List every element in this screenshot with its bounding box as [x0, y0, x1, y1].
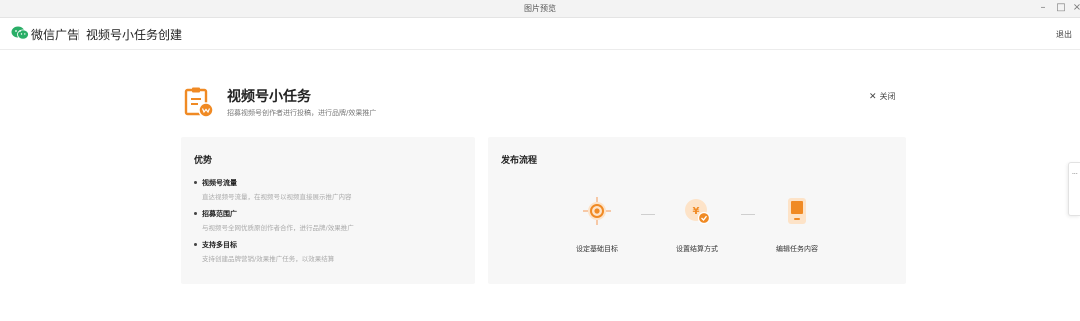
bullet-dot — [194, 181, 197, 184]
bullet-dot — [194, 243, 197, 246]
step-label: 设定基础目标 — [576, 245, 618, 253]
advantage-title: 招募范围广 — [202, 210, 237, 218]
advantage-title: 支持多目标 — [202, 241, 237, 249]
bullet-dot — [194, 212, 197, 215]
task-title: 视频号小任务 — [227, 89, 311, 105]
process-step: 编辑任务内容 — [757, 197, 837, 254]
advantage-desc: 支持创建品牌营销/效果推广任务，以效果结算 — [202, 255, 335, 263]
advantage-title: 视频号流量 — [202, 179, 237, 187]
step-label: 编辑任务内容 — [776, 245, 818, 253]
wechat-icon[interactable] — [11, 26, 29, 40]
yen-coin-icon: ¥ — [685, 199, 711, 225]
window-titlebar: 图片预览 – □ × — [0, 0, 1080, 18]
target-icon — [583, 197, 611, 225]
phone-icon — [788, 198, 806, 224]
minimize-icon[interactable]: – — [1036, 1, 1050, 15]
close-label: 关闭 — [879, 92, 896, 101]
process-step: ¥ 设置结算方式 — [657, 197, 737, 254]
logout-link[interactable]: 退出 — [1056, 29, 1072, 40]
app-header: 微信广告 视频号小任务创建 退出 — [0, 18, 1080, 50]
process-title: 发布流程 — [501, 156, 538, 166]
close-window-icon[interactable]: × — [1070, 1, 1080, 15]
task-clipboard-icon — [184, 87, 214, 118]
process-panel: 发布流程 设定基础目标 ¥ 设置结算方式 编辑任务内容 — [488, 137, 906, 284]
svg-text:¥: ¥ — [693, 206, 700, 217]
side-tab-text: ... — [1072, 169, 1078, 176]
header-divider — [78, 29, 79, 40]
step-connector — [741, 214, 755, 215]
task-subtitle: 招募视频号创作者进行投稿，进行品牌/效果推广 — [227, 109, 377, 117]
brand-name[interactable]: 微信广告 — [31, 26, 79, 43]
process-step: 设定基础目标 — [557, 197, 637, 254]
advantages-panel: 优势 视频号流量 直达视频号流量，在视频号以视频直接展示推广内容 招募范围广 与… — [181, 137, 475, 284]
advantage-desc: 直达视频号流量，在视频号以视频直接展示推广内容 — [202, 193, 352, 201]
page-title: 视频号小任务创建 — [86, 28, 183, 42]
window-title: 图片预览 — [524, 4, 556, 13]
advantage-desc: 与视频号全网优质原创作者合作，进行品牌/效果推广 — [202, 224, 354, 232]
step-label: 设置结算方式 — [676, 245, 718, 253]
close-icon: ✕ — [869, 92, 877, 102]
close-button[interactable]: ✕ 关闭 — [869, 91, 896, 102]
advantages-title: 优势 — [194, 156, 213, 166]
maximize-icon[interactable]: □ — [1054, 1, 1068, 15]
step-connector — [641, 214, 655, 215]
side-feedback-tab[interactable]: ... — [1068, 162, 1080, 216]
